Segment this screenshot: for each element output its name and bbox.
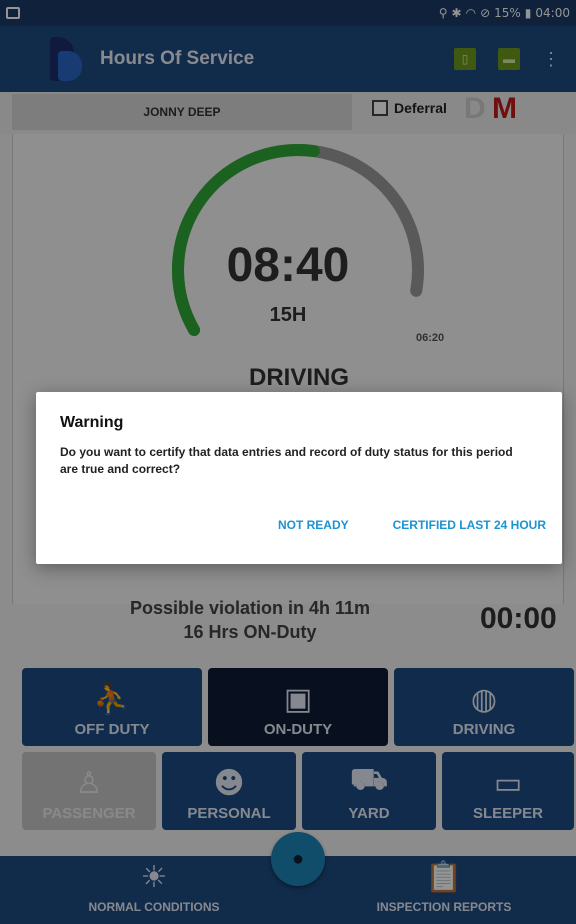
dialog-title: Warning (60, 414, 124, 431)
dialog-message: Do you want to certify that data entries… (60, 445, 513, 476)
certify-dialog: Warning Do you want to certify that data… (36, 392, 562, 564)
certified-last-24-hour-button[interactable]: CERTIFIED LAST 24 HOUR (393, 518, 546, 532)
not-ready-button[interactable]: NOT READY (278, 518, 349, 532)
